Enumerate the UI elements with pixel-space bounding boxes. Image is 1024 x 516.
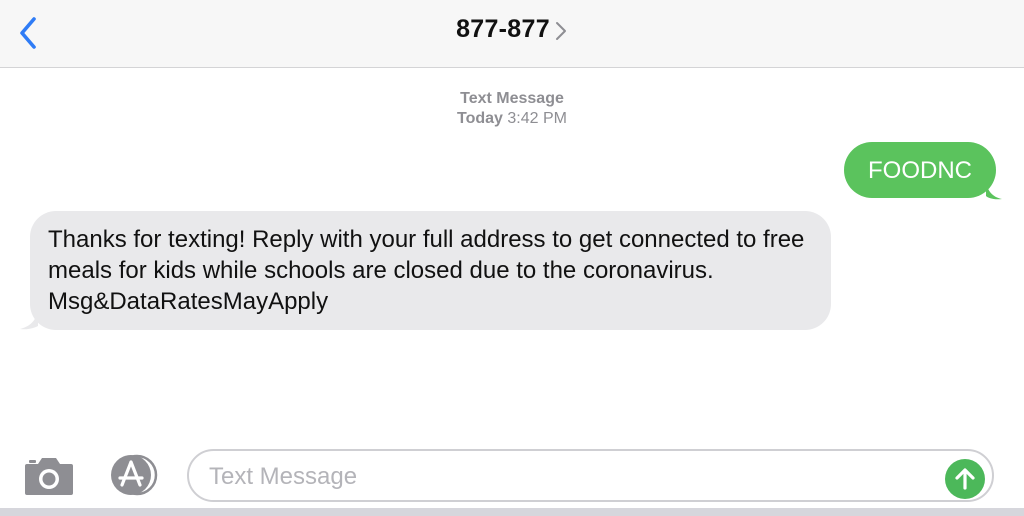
contact-name[interactable]: 877-877 (456, 15, 550, 44)
message-type-label: Text Message (460, 90, 564, 107)
app-store-button[interactable] (106, 453, 162, 497)
message-time: 3:42 PM (507, 110, 567, 127)
message-input-field[interactable] (187, 449, 994, 502)
message-day: Today (457, 110, 503, 127)
send-button[interactable] (945, 459, 985, 499)
chevron-right-icon[interactable] (554, 20, 568, 42)
message-timestamp: Text Message Today 3:42 PM (0, 89, 1024, 129)
received-message-text: Thanks for texting! Reply with your full… (48, 226, 805, 315)
camera-icon (25, 458, 73, 495)
message-datetime: Today 3:42 PM (0, 109, 1024, 129)
sent-message-text: FOODNC (868, 156, 972, 184)
contact-title[interactable]: 877-877 (0, 15, 1024, 44)
arrow-up-icon (955, 468, 975, 490)
sent-message-bubble[interactable]: FOODNC (844, 142, 1004, 198)
received-message-bubble[interactable]: Thanks for texting! Reply with your full… (30, 211, 831, 330)
camera-button[interactable] (23, 455, 75, 497)
messages-screen: 877-877 Text Message Today 3:42 PM FOODN… (0, 0, 1024, 516)
bottom-edge-strip (0, 508, 1024, 516)
message-input[interactable] (209, 461, 929, 493)
app-store-icon (111, 454, 158, 496)
conversation-header: 877-877 (0, 0, 1024, 68)
